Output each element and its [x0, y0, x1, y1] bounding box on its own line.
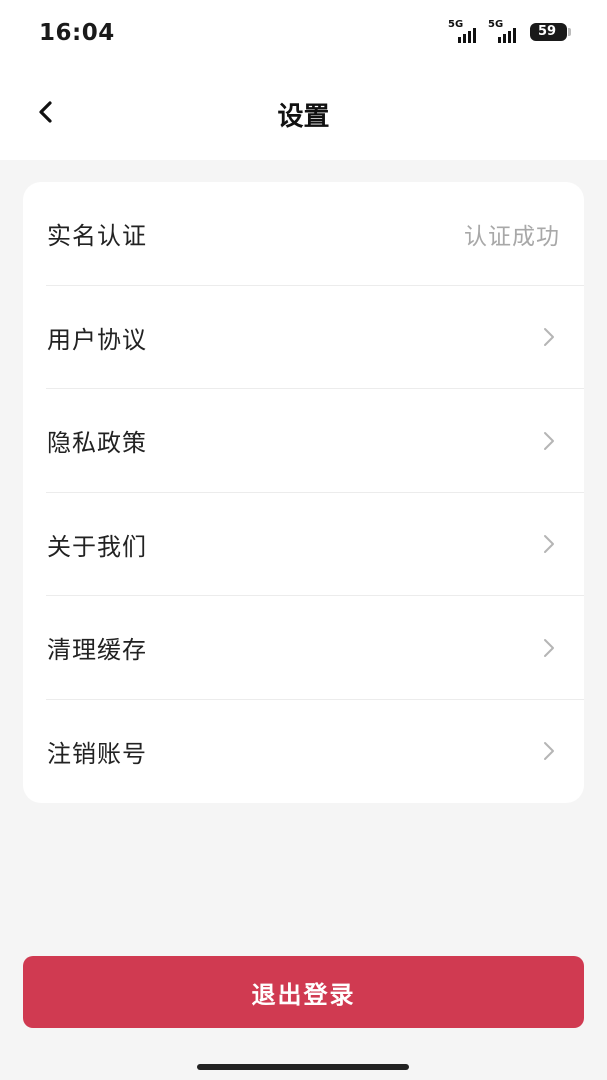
nav-bar: 设置 [0, 70, 607, 160]
settings-item-privacy-policy[interactable]: 隐私政策 [23, 389, 584, 493]
chevron-right-icon [544, 535, 554, 554]
signal-icon: 5G [448, 19, 484, 44]
verification-status: 认证成功 [464, 223, 560, 250]
settings-item-label: 用户协议 [47, 325, 147, 354]
system-icons: 5G 5G 59 [448, 19, 571, 44]
settings-item-label: 实名认证 [47, 222, 147, 251]
page-title: 设置 [277, 102, 330, 132]
chevron-right-icon [544, 638, 554, 657]
chevron-right-icon [544, 742, 554, 761]
settings-item-clear-cache[interactable]: 清理缓存 [23, 596, 584, 700]
settings-item-label: 注销账号 [47, 739, 147, 768]
logout-button[interactable]: 退出登录 [23, 956, 584, 1028]
settings-item-label: 隐私政策 [47, 429, 147, 458]
settings-item-label: 清理缓存 [47, 636, 147, 665]
settings-item-label: 关于我们 [47, 532, 147, 561]
settings-item-real-name-verification[interactable]: 实名认证 认证成功 [23, 182, 584, 286]
chevron-right-icon [544, 328, 554, 347]
battery-icon: 59 [530, 23, 571, 41]
settings-item-delete-account[interactable]: 注销账号 [23, 700, 584, 804]
status-bar: 16:04 5G 5G 59 [0, 0, 607, 70]
settings-item-user-agreement[interactable]: 用户协议 [23, 286, 584, 389]
chevron-right-icon [544, 431, 554, 450]
logout-button-label: 退出登录 [251, 981, 356, 1009]
settings-list: 实名认证 认证成功 用户协议 隐私政策 关于我们 清理缓存 注销账号 [23, 182, 584, 803]
settings-item-about-us[interactable]: 关于我们 [23, 493, 584, 596]
home-indicator[interactable] [197, 1064, 409, 1070]
status-time: 16:04 [39, 20, 115, 46]
battery-level: 59 [537, 24, 557, 39]
signal-icon: 5G [488, 19, 524, 44]
